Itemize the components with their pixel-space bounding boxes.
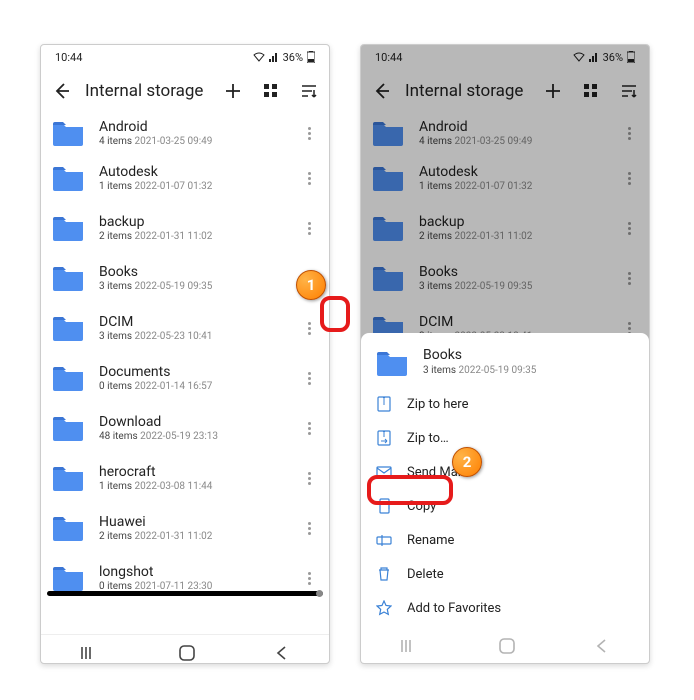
folder-meta: 2 items 2022-01-31 11:02 — [99, 231, 299, 242]
folder-name: Download — [99, 414, 299, 431]
folder-row[interactable]: Huawei2 items 2022-01-31 11:02 — [41, 503, 329, 553]
folder-name: longshot — [99, 564, 299, 581]
more-icon[interactable] — [299, 422, 319, 435]
folder-meta: 1 items 2022-01-07 01:32 — [99, 181, 299, 192]
menu-item[interactable]: Add to Favorites — [361, 591, 649, 625]
more-icon[interactable] — [299, 222, 319, 235]
menu-label: Zip to here — [407, 397, 468, 412]
back-nav-icon[interactable] — [595, 639, 609, 653]
folder-name: Documents — [99, 364, 299, 381]
folder-meta: 0 items 2022-01-14 16:57 — [99, 381, 299, 392]
more-icon[interactable] — [299, 322, 319, 335]
highlight-box-1 — [320, 296, 350, 332]
battery-icon — [307, 51, 315, 63]
rename-icon — [375, 531, 393, 549]
folder-name: Huawei — [99, 514, 299, 531]
status-right: 36% — [253, 51, 315, 64]
folder-list[interactable]: Android4 items 2021-03-25 09:49Autodesk1… — [41, 113, 329, 591]
signal-icon — [269, 52, 279, 62]
folder-row[interactable]: Books3 items 2022-05-19 09:35 — [41, 253, 329, 303]
sheet-header: Books 3 items 2022-05-19 09:35 — [361, 339, 649, 387]
scroll-indicator[interactable] — [47, 591, 323, 596]
page-title: Internal storage — [85, 81, 209, 101]
star-icon — [375, 599, 393, 617]
nav-bar — [361, 629, 649, 663]
folder-meta: 0 items 2021-07-11 23:30 — [99, 581, 299, 591]
menu-label: Zip to… — [407, 431, 449, 446]
folder-name: Android — [99, 119, 299, 136]
folder-icon — [51, 364, 85, 392]
delete-icon — [375, 565, 393, 583]
more-icon[interactable] — [299, 127, 319, 140]
home-icon[interactable] — [499, 638, 515, 654]
more-icon[interactable] — [299, 522, 319, 535]
status-bar: 10:44 36% — [41, 45, 329, 69]
back-icon[interactable] — [51, 81, 71, 101]
callout-2: 2 — [452, 447, 482, 477]
folder-meta: 3 items 2022-05-23 10:41 — [99, 331, 299, 342]
recents-icon[interactable] — [401, 639, 419, 653]
wifi-icon — [253, 52, 265, 62]
sheet-title: Books — [423, 347, 635, 363]
phone-right: 10:44 36% Internal storage Android4 item… — [360, 44, 650, 664]
phone-left: 10:44 36% Internal storage Android4 item… — [40, 44, 330, 664]
more-icon[interactable] — [299, 372, 319, 385]
folder-row[interactable]: Documents0 items 2022-01-14 16:57 — [41, 353, 329, 403]
folder-meta: 4 items 2021-03-25 09:49 — [99, 136, 299, 147]
folder-icon — [51, 564, 85, 591]
view-grid-icon[interactable] — [261, 81, 281, 101]
menu-item[interactable]: Zip to… — [361, 421, 649, 455]
folder-name: DCIM — [99, 314, 299, 331]
callout-1: 1 — [296, 270, 326, 300]
menu-item[interactable]: Rename — [361, 523, 649, 557]
sheet-meta: 3 items 2022-05-19 09:35 — [423, 365, 635, 376]
recents-icon[interactable] — [81, 646, 99, 660]
folder-icon — [51, 464, 85, 492]
nav-bar — [41, 634, 329, 664]
menu-label: Delete — [407, 567, 444, 582]
sort-icon[interactable] — [299, 81, 319, 101]
folder-icon — [51, 414, 85, 442]
folder-icon — [51, 214, 85, 242]
folder-meta: 3 items 2022-05-19 09:35 — [99, 281, 299, 292]
folder-row[interactable]: DCIM3 items 2022-05-23 10:41 — [41, 303, 329, 353]
menu-item[interactable]: Delete — [361, 557, 649, 591]
folder-icon — [51, 119, 85, 147]
folder-name: backup — [99, 214, 299, 231]
back-nav-icon[interactable] — [275, 646, 289, 660]
folder-icon — [51, 314, 85, 342]
more-icon[interactable] — [299, 472, 319, 485]
folder-row[interactable]: Android4 items 2021-03-25 09:49 — [41, 113, 329, 153]
toolbar: Internal storage — [41, 69, 329, 113]
zip-icon — [375, 395, 393, 413]
status-time: 10:44 — [55, 51, 82, 64]
home-icon[interactable] — [179, 645, 195, 661]
folder-row[interactable]: backup2 items 2022-01-31 11:02 — [41, 203, 329, 253]
folder-meta: 2 items 2022-01-31 11:02 — [99, 531, 299, 542]
folder-name: herocraft — [99, 464, 299, 481]
folder-row[interactable]: Download48 items 2022-05-19 23:13 — [41, 403, 329, 453]
folder-meta: 1 items 2022-03-08 11:44 — [99, 481, 299, 492]
folder-name: Autodesk — [99, 164, 299, 181]
folder-meta: 48 items 2022-05-19 23:13 — [99, 431, 299, 442]
folder-row[interactable]: Autodesk1 items 2022-01-07 01:32 — [41, 153, 329, 203]
add-icon[interactable] — [223, 81, 243, 101]
status-battery: 36% — [283, 51, 303, 64]
folder-icon — [375, 349, 409, 377]
menu-label: Rename — [407, 533, 454, 548]
folder-row[interactable]: herocraft1 items 2022-03-08 11:44 — [41, 453, 329, 503]
more-icon[interactable] — [299, 572, 319, 585]
folder-row[interactable]: longshot0 items 2021-07-11 23:30 — [41, 553, 329, 591]
folder-icon — [51, 164, 85, 192]
menu-item[interactable]: Zip to here — [361, 387, 649, 421]
folder-name: Books — [99, 264, 299, 281]
highlight-box-2 — [367, 475, 453, 505]
sheet-menu: Zip to hereZip to…Send MailCopyRenameDel… — [361, 387, 649, 625]
folder-icon — [51, 264, 85, 292]
folder-icon — [51, 514, 85, 542]
zipto-icon — [375, 429, 393, 447]
more-icon[interactable] — [299, 172, 319, 185]
menu-label: Add to Favorites — [407, 601, 501, 616]
